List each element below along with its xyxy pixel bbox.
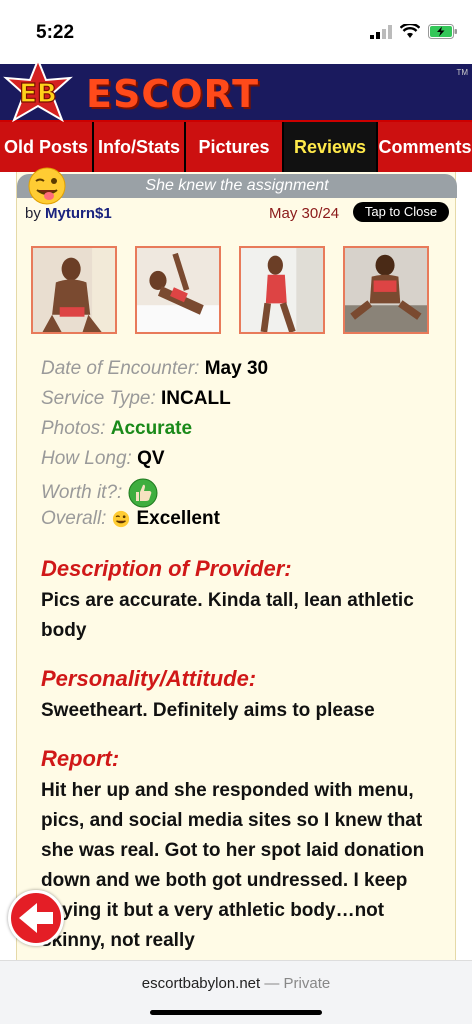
field-value: QV: [137, 448, 165, 469]
field-label: Overall:: [41, 508, 107, 529]
tap-to-close-button[interactable]: Tap to Close: [353, 202, 449, 222]
status-time: 5:22: [36, 22, 75, 43]
description-text: Pics are accurate. Kinda tall, lean athl…: [41, 590, 414, 641]
photo-thumbnail[interactable]: [135, 246, 221, 334]
personality-heading: Personality/Attitude:: [41, 666, 257, 691]
review-date: May 30/24: [269, 205, 340, 222]
thumbs-up-icon: [128, 478, 158, 508]
svg-text:EB: EB: [19, 79, 57, 109]
report-heading: Report:: [41, 746, 120, 771]
tab-reviews[interactable]: Reviews: [284, 122, 378, 172]
cellular-signal-icon: [370, 24, 392, 39]
field-value: Excellent: [136, 508, 220, 529]
arrow-left-icon: [19, 903, 53, 933]
tab-comments[interactable]: Comments: [378, 122, 472, 172]
url-host: escortbabylon.net: [141, 975, 261, 992]
url-display[interactable]: escortbabylon.net — Private: [0, 975, 472, 992]
photo-thumbnail[interactable]: [31, 246, 117, 334]
tab-pictures[interactable]: Pictures: [186, 122, 284, 172]
description-heading: Description of Provider:: [41, 556, 292, 581]
wink-emoji-icon: [113, 510, 130, 528]
field-label: How Long:: [41, 448, 132, 469]
author-link[interactable]: Myturn$1: [45, 205, 112, 222]
overall-field: Overall: Excellent: [41, 508, 220, 530]
date-of-encounter-field: Date of Encounter: May 30: [41, 358, 268, 380]
review-card: She knew the assignment by Myturn$1 May …: [16, 167, 457, 972]
home-indicator[interactable]: [150, 1010, 322, 1015]
tab-info-stats[interactable]: Info/Stats: [94, 122, 186, 172]
personality-text: Sweetheart. Definitely aims to please: [41, 700, 375, 721]
field-value: May 30: [204, 358, 269, 379]
wifi-icon: [400, 24, 420, 38]
photos-field: Photos: Accurate: [41, 418, 192, 440]
field-label: Service Type:: [41, 388, 156, 409]
field-value: INCALL: [161, 388, 231, 409]
eb-logo-icon[interactable]: EB: [2, 58, 74, 124]
trademark-mark: TM: [456, 68, 468, 77]
field-value: Accurate: [110, 418, 193, 439]
worth-it-field: Worth it?:: [41, 478, 158, 508]
battery-charging-icon: [428, 24, 457, 39]
field-label: Date of Encounter:: [41, 358, 200, 379]
status-bar: 5:22: [0, 0, 472, 64]
review-byline: by Myturn$1: [25, 205, 112, 222]
how-long-field: How Long: QV: [41, 448, 165, 470]
by-prefix: by: [25, 205, 41, 222]
tongue-wink-emoji-icon: [28, 167, 66, 205]
field-label: Photos:: [41, 418, 106, 439]
photo-thumbnail[interactable]: [343, 246, 429, 334]
back-button[interactable]: [8, 890, 64, 946]
tab-old-posts[interactable]: Old Posts: [0, 122, 94, 172]
field-label: Worth it?:: [41, 482, 123, 503]
main-nav: Old Posts Info/Stats Pictures Reviews Co…: [0, 122, 472, 172]
report-text: Hit her up and she responded with menu, …: [41, 780, 425, 951]
private-mode-label: — Private: [264, 975, 331, 992]
service-type-field: Service Type: INCALL: [41, 388, 231, 410]
review-title: She knew the assignment: [17, 174, 457, 198]
status-icons: [370, 24, 458, 39]
photo-thumbnail[interactable]: [239, 246, 325, 334]
